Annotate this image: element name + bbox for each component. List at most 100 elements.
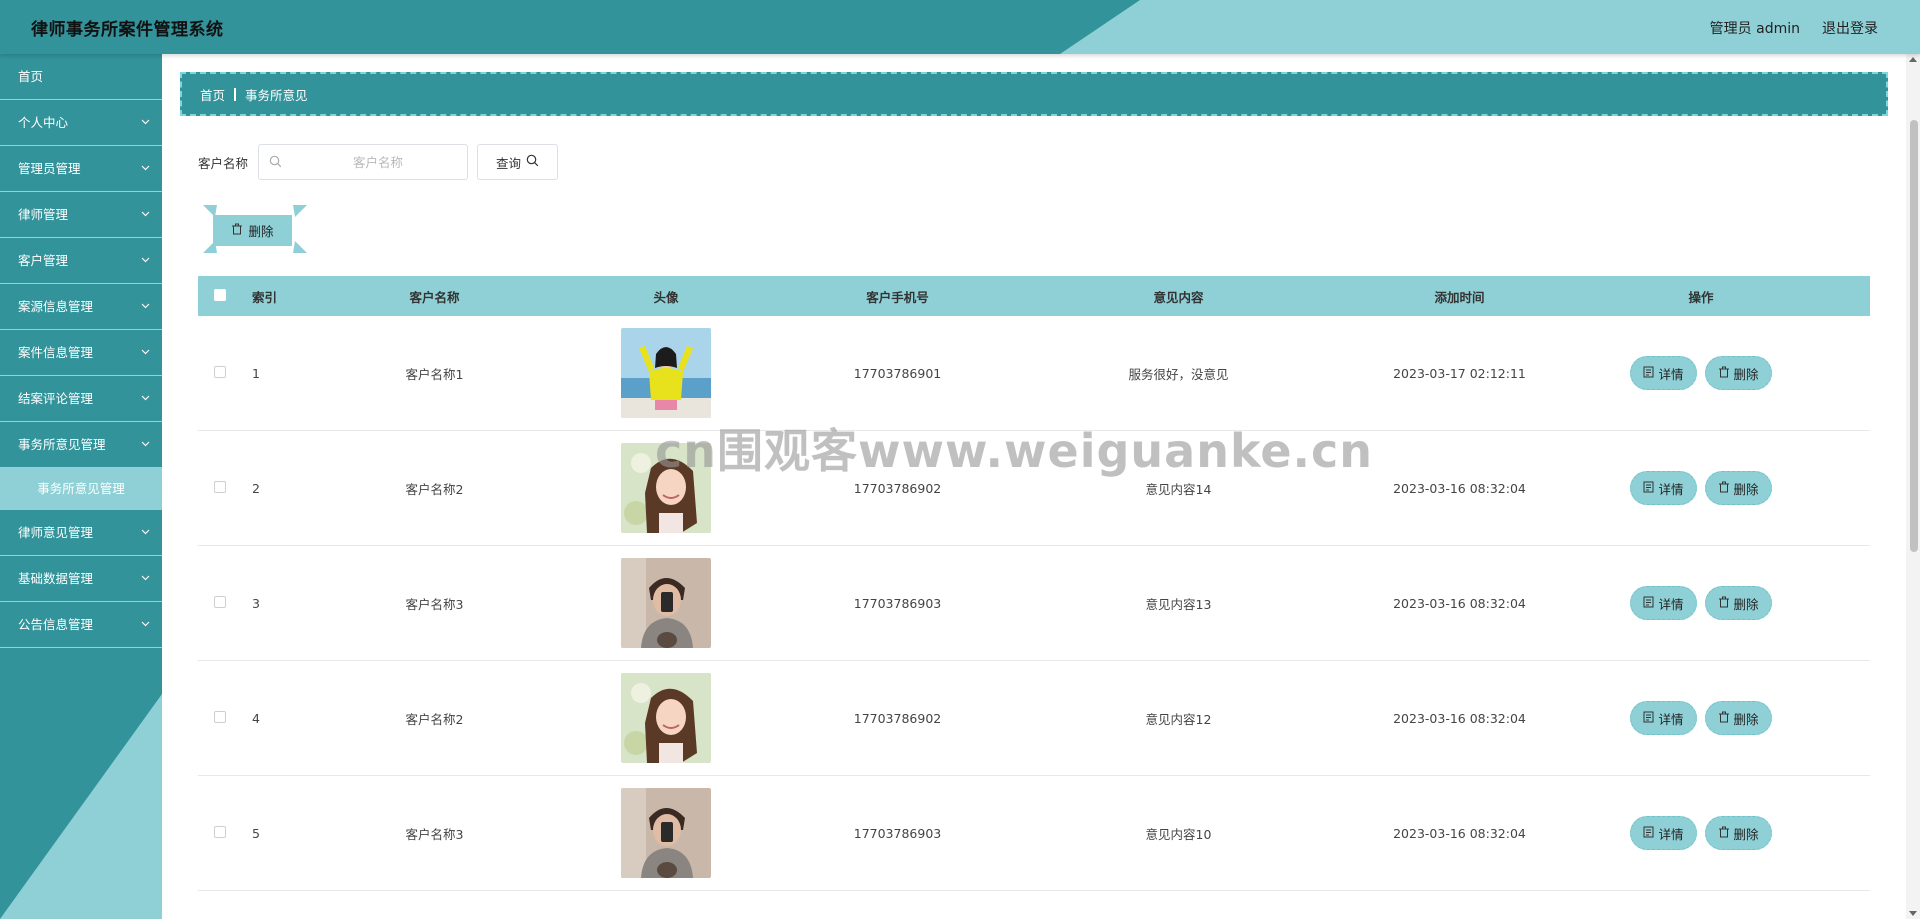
sidebar-item-label: 案件信息管理 [18, 345, 94, 360]
avatar [621, 558, 711, 648]
bulk-delete-wrap: 删除 [203, 205, 307, 253]
sidebar-item[interactable]: 律师管理 [0, 192, 162, 238]
sidebar-subitem[interactable]: 事务所意见管理 [0, 468, 162, 510]
cell-opinion-content: 意见内容10 [1145, 826, 1212, 842]
trash-icon [1718, 711, 1730, 726]
cell-customer-name: 客户名称2 [405, 481, 464, 497]
delete-button-label: 删除 [1733, 826, 1759, 842]
sidebar-item[interactable]: 管理员管理 [0, 146, 162, 192]
cell-customer-name: 客户名称3 [405, 826, 464, 842]
document-icon [1643, 366, 1654, 381]
row-checkbox[interactable] [214, 365, 226, 378]
select-all-checkbox[interactable] [214, 288, 226, 301]
table-row: 1 客户名称1 17703786901 服务很好，没意见 2023-03-17 02:1… [198, 316, 1870, 431]
sidebar-item-label: 公告信息管理 [18, 617, 94, 632]
bulk-delete-button[interactable]: 删除 [213, 215, 292, 246]
document-icon [1643, 711, 1654, 726]
column-header-actions: 操作 [1688, 289, 1714, 305]
sidebar-item-label: 律师管理 [18, 207, 69, 222]
cell-added-time: 2023-03-17 02:12:11 [1393, 365, 1526, 381]
search-icon [269, 155, 282, 172]
document-icon [1643, 826, 1654, 841]
chevron-down-icon [141, 422, 150, 468]
chevron-down-icon [141, 376, 150, 422]
sidebar-item-label: 首页 [18, 69, 44, 84]
table-row: 3 客户名称3 17703786903 意见内容13 2023-03-16 08:32:… [198, 546, 1870, 661]
sidebar-item[interactable]: 基础数据管理 [0, 556, 162, 602]
sidebar-item-label: 事务所意见管理 [18, 437, 106, 452]
table-row: 5 客户名称3 17703786903 意见内容10 2023-03-16 08:32:… [198, 776, 1870, 891]
breadcrumb: 首页 事务所意见 [180, 72, 1888, 116]
cell-customer-name: 客户名称1 [405, 366, 464, 382]
avatar [621, 673, 711, 763]
column-header-name: 客户名称 [409, 289, 460, 305]
sidebar-item-label: 事务所意见管理 [37, 481, 125, 496]
search-label: 客户名称 [198, 155, 249, 171]
delete-button-label: 删除 [1733, 596, 1759, 612]
avatar [621, 443, 711, 533]
row-checkbox[interactable] [214, 480, 226, 493]
row-checkbox[interactable] [214, 595, 226, 608]
sidebar-item-label: 客户管理 [18, 253, 69, 268]
cell-index: 1 [252, 365, 260, 381]
breadcrumb-current: 事务所意见 [245, 87, 308, 103]
cell-index: 4 [252, 710, 260, 726]
trash-icon [1718, 366, 1730, 381]
sidebar-item-label: 结案评论管理 [18, 391, 94, 406]
page-scrollbar[interactable] [1906, 54, 1920, 919]
column-header-content: 意见内容 [1153, 289, 1204, 305]
cell-customer-name: 客户名称2 [405, 711, 464, 727]
delete-button[interactable]: 删除 [1704, 816, 1772, 850]
sidebar: 首页 个人中心 管理员管理 律师管理 客户管理 案源信息管理 案件信息管理 结案评论管理 事务所… [0, 54, 162, 919]
table-row: 2 客户名称2 17703786902 意见内容14 2023-03-16 08:32:… [198, 431, 1870, 546]
scroll-thumb[interactable] [1910, 120, 1918, 552]
customer-name-input[interactable] [259, 145, 468, 179]
cell-phone: 17703786901 [853, 365, 942, 381]
scroll-down-arrow[interactable] [1909, 911, 1917, 916]
chevron-down-icon [141, 330, 150, 376]
delete-button-label: 删除 [1733, 366, 1759, 382]
sidebar-item[interactable]: 首页 [0, 54, 162, 100]
avatar [621, 328, 711, 418]
sidebar-decoration [0, 694, 162, 919]
chevron-down-icon [141, 602, 150, 648]
sidebar-item[interactable]: 公告信息管理 [0, 602, 162, 648]
detail-button[interactable]: 详情 [1630, 356, 1697, 390]
chevron-down-icon [141, 100, 150, 146]
detail-button[interactable]: 详情 [1630, 701, 1697, 735]
query-button[interactable]: 查询 [477, 144, 559, 180]
sidebar-item[interactable]: 客户管理 [0, 238, 162, 284]
row-checkbox[interactable] [214, 710, 226, 723]
row-checkbox[interactable] [214, 825, 226, 838]
delete-button[interactable]: 删除 [1704, 356, 1772, 390]
chevron-down-icon [141, 284, 150, 330]
sidebar-item[interactable]: 律师意见管理 [0, 510, 162, 556]
bulk-delete-label: 删除 [248, 224, 274, 239]
chevron-down-icon [141, 146, 150, 192]
breadcrumb-home[interactable]: 首页 [200, 85, 225, 104]
delete-button[interactable]: 删除 [1704, 471, 1772, 505]
sidebar-item[interactable]: 案源信息管理 [0, 284, 162, 330]
detail-button[interactable]: 详情 [1630, 816, 1697, 850]
detail-button[interactable]: 详情 [1630, 586, 1697, 620]
avatar [621, 788, 711, 878]
logout-link[interactable]: 退出登录 [1822, 18, 1878, 38]
sidebar-item[interactable]: 个人中心 [0, 100, 162, 146]
cell-phone: 17703786903 [853, 825, 942, 841]
table-row: 4 客户名称2 17703786902 意见内容12 2023-03-16 08:32:… [198, 661, 1870, 776]
trash-icon [231, 223, 243, 238]
sidebar-item[interactable]: 结案评论管理 [0, 376, 162, 422]
cell-opinion-content: 服务很好，没意见 [1128, 366, 1229, 382]
query-button-label: 查询 [496, 155, 522, 171]
sidebar-item[interactable]: 事务所意见管理 [0, 422, 162, 468]
detail-button[interactable]: 详情 [1630, 471, 1697, 505]
document-icon [1643, 481, 1654, 496]
cell-index: 5 [252, 825, 260, 841]
app-title: 律师事务所案件管理系统 [31, 20, 224, 40]
delete-button[interactable]: 删除 [1704, 701, 1772, 735]
scroll-up-arrow[interactable] [1909, 57, 1917, 62]
delete-button[interactable]: 删除 [1704, 586, 1772, 620]
sidebar-item[interactable]: 案件信息管理 [0, 330, 162, 376]
chevron-down-icon [141, 556, 150, 602]
cell-opinion-content: 意见内容14 [1145, 481, 1212, 497]
